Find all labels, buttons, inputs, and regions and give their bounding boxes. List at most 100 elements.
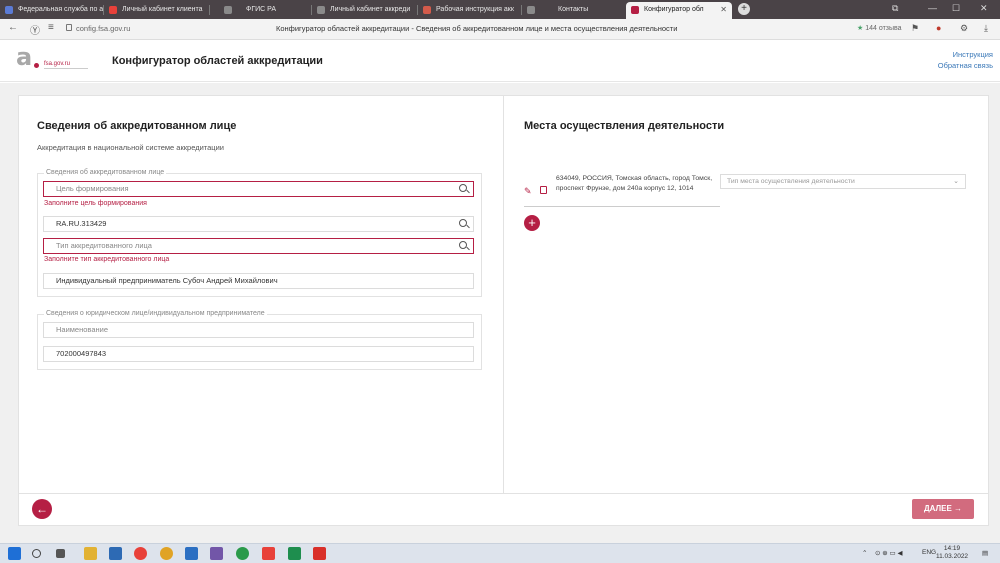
group-legend: Сведения о юридическом лице/индивидуальн…	[44, 310, 267, 317]
location-address: 634049, РОССИЯ, Томская область, город Т…	[556, 175, 713, 192]
tab-label: Личный кабинет клиента	[122, 6, 203, 13]
tab-actions-icon[interactable]: ⧉	[892, 3, 898, 14]
next-label: ДАЛЕЕ	[923, 504, 952, 513]
tab-contacts[interactable]: Контакты	[522, 2, 626, 19]
search-icon[interactable]	[459, 241, 467, 249]
fsa-logo[interactable]: a	[16, 43, 32, 71]
page-icon	[224, 6, 232, 14]
reg-number-value: RA.RU.313429	[56, 219, 107, 228]
lock-icon	[66, 24, 72, 31]
inn-field[interactable]: 702000497843	[43, 346, 474, 362]
tab-configurator[interactable]: Конфигуратор обл ✕	[626, 2, 732, 19]
next-button[interactable]: ДАЛЕЕ →	[912, 499, 974, 519]
tab-fsa[interactable]: Федеральная служба по а	[0, 2, 104, 19]
windows-start-icon[interactable]	[8, 547, 21, 560]
tab-label: Контакты	[558, 6, 589, 13]
yandex-button-icon[interactable]: Ⓨ	[30, 22, 40, 37]
edit-icon[interactable]: ✎	[524, 186, 532, 197]
instruction-link[interactable]: Инструкция	[953, 50, 993, 59]
task-view-icon[interactable]	[56, 549, 65, 558]
footer-divider	[18, 493, 989, 494]
url-field[interactable]: config.fsa.gov.ru	[76, 24, 130, 33]
tab-fgis[interactable]: ФГИС РА	[210, 2, 312, 19]
column-divider	[503, 95, 504, 493]
person-name-value: Индивидуальный предприниматель Субоч Анд…	[56, 276, 278, 285]
tab-lk-accred[interactable]: Личный кабинет аккреди	[312, 2, 418, 19]
person-type-error: Заполните тип аккредитованного лица	[44, 256, 170, 263]
search-icon[interactable]	[459, 184, 467, 192]
page-title-text: Конфигуратор областей аккредитации - Све…	[276, 24, 678, 33]
page-icon	[527, 6, 535, 14]
downloads-icon[interactable]: ≡	[48, 22, 54, 33]
place-type-placeholder: Тип места осуществления деятельности	[727, 178, 855, 185]
purpose-placeholder: Цель формирования	[56, 184, 129, 193]
globe-icon	[5, 6, 13, 14]
purpose-input[interactable]: Цель формирования	[43, 181, 474, 197]
entity-name-placeholder: Наименование	[56, 325, 108, 334]
windows-taskbar: ⌃ ⊙ ⊕ ▭ ◀ ENG 14:19 11.03.2022 ▤	[0, 543, 1000, 563]
address-bar: ← Ⓨ ≡ config.fsa.gov.ru Конфигуратор обл…	[0, 19, 1000, 40]
back-arrow-icon[interactable]: ←	[8, 22, 18, 33]
activity-places-title: Места осуществления деятельности	[524, 120, 725, 132]
site-header: a fsa.gov.ru Конфигуратор областей аккре…	[0, 40, 1000, 82]
tray-icons[interactable]: ⊙ ⊕ ▭ ◀	[875, 549, 902, 557]
logo-text: fsa.gov.ru	[44, 61, 70, 67]
mail-icon[interactable]	[109, 547, 122, 560]
inn-value: 702000497843	[56, 349, 107, 358]
add-location-button[interactable]: +	[524, 215, 540, 231]
clock-date: 11.03.2022	[936, 553, 969, 560]
reviews-count: 144 отзыва	[865, 25, 902, 32]
logo-underline	[44, 68, 88, 69]
chrome-icon[interactable]	[160, 547, 173, 560]
chevron-up-icon[interactable]: ⌃	[862, 549, 867, 557]
minimize-icon[interactable]: —	[928, 3, 937, 13]
tab-lk-client[interactable]: Личный кабинет клиента	[104, 2, 210, 19]
browser-tab-bar: Федеральная служба по а Личный кабинет к…	[0, 0, 1000, 19]
tab-label: Федеральная служба по а	[18, 6, 104, 13]
feedback-link[interactable]: Обратная связь	[938, 61, 993, 70]
extensions-icon[interactable]: ⚙	[960, 23, 968, 34]
app-title: Конфигуратор областей аккредитации	[112, 55, 323, 67]
close-icon[interactable]: ✕	[720, 2, 727, 17]
window-close-icon[interactable]: ✕	[980, 3, 988, 14]
pdf-icon[interactable]	[313, 547, 326, 560]
maximize-icon[interactable]: ☐	[952, 3, 960, 14]
new-tab-button[interactable]: +	[738, 3, 750, 15]
entity-name-input[interactable]: Наименование	[43, 322, 474, 338]
person-type-input[interactable]: Тип аккредитованного лица	[43, 238, 474, 254]
word-icon[interactable]	[185, 547, 198, 560]
purpose-error: Заполните цель формирования	[44, 200, 147, 207]
app-icon[interactable]	[236, 547, 249, 560]
tab-label: ФГИС РА	[246, 6, 277, 13]
fsa-icon	[631, 6, 639, 14]
delete-icon[interactable]	[540, 186, 547, 194]
language-indicator[interactable]: ENG	[922, 549, 936, 556]
alice-icon[interactable]: ●	[936, 23, 941, 33]
tab-label: Конфигуратор обл	[644, 6, 704, 13]
person-name-field[interactable]: Индивидуальный предприниматель Субоч Анд…	[43, 273, 474, 289]
file-explorer-icon[interactable]	[84, 547, 97, 560]
logo-dot-icon	[34, 63, 39, 68]
person-type-placeholder: Тип аккредитованного лица	[56, 241, 152, 250]
clock-time: 14:19	[943, 545, 961, 552]
chevron-down-icon: ⌄	[953, 178, 959, 185]
search-icon[interactable]	[32, 549, 41, 558]
accredited-person-title: Сведения об аккредитованном лице	[37, 120, 237, 132]
clock[interactable]: 14:19 11.03.2022	[936, 545, 968, 561]
search-icon[interactable]	[459, 219, 467, 227]
yandex-icon	[109, 6, 117, 14]
back-button[interactable]: ←	[32, 499, 52, 519]
yandex-browser-icon[interactable]	[134, 547, 147, 560]
notifications-icon[interactable]: ▤	[982, 549, 988, 557]
page-icon	[317, 6, 325, 14]
tab-instruction[interactable]: Рабочая инструкция акк	[418, 2, 522, 19]
place-type-select[interactable]: Тип места осуществления деятельности ⌄	[720, 174, 966, 189]
yandex-icon[interactable]	[262, 547, 275, 560]
reg-number-input[interactable]: RA.RU.313429	[43, 216, 474, 232]
group-legend: Сведения об аккредитованном лице	[44, 169, 167, 176]
app-icon[interactable]	[210, 547, 223, 560]
bookmark-icon[interactable]: ⚑	[911, 23, 919, 34]
download-icon[interactable]: ⤓	[984, 23, 988, 34]
excel-icon[interactable]	[288, 547, 301, 560]
reviews-badge[interactable]: ★ 144 отзыва	[857, 24, 902, 32]
